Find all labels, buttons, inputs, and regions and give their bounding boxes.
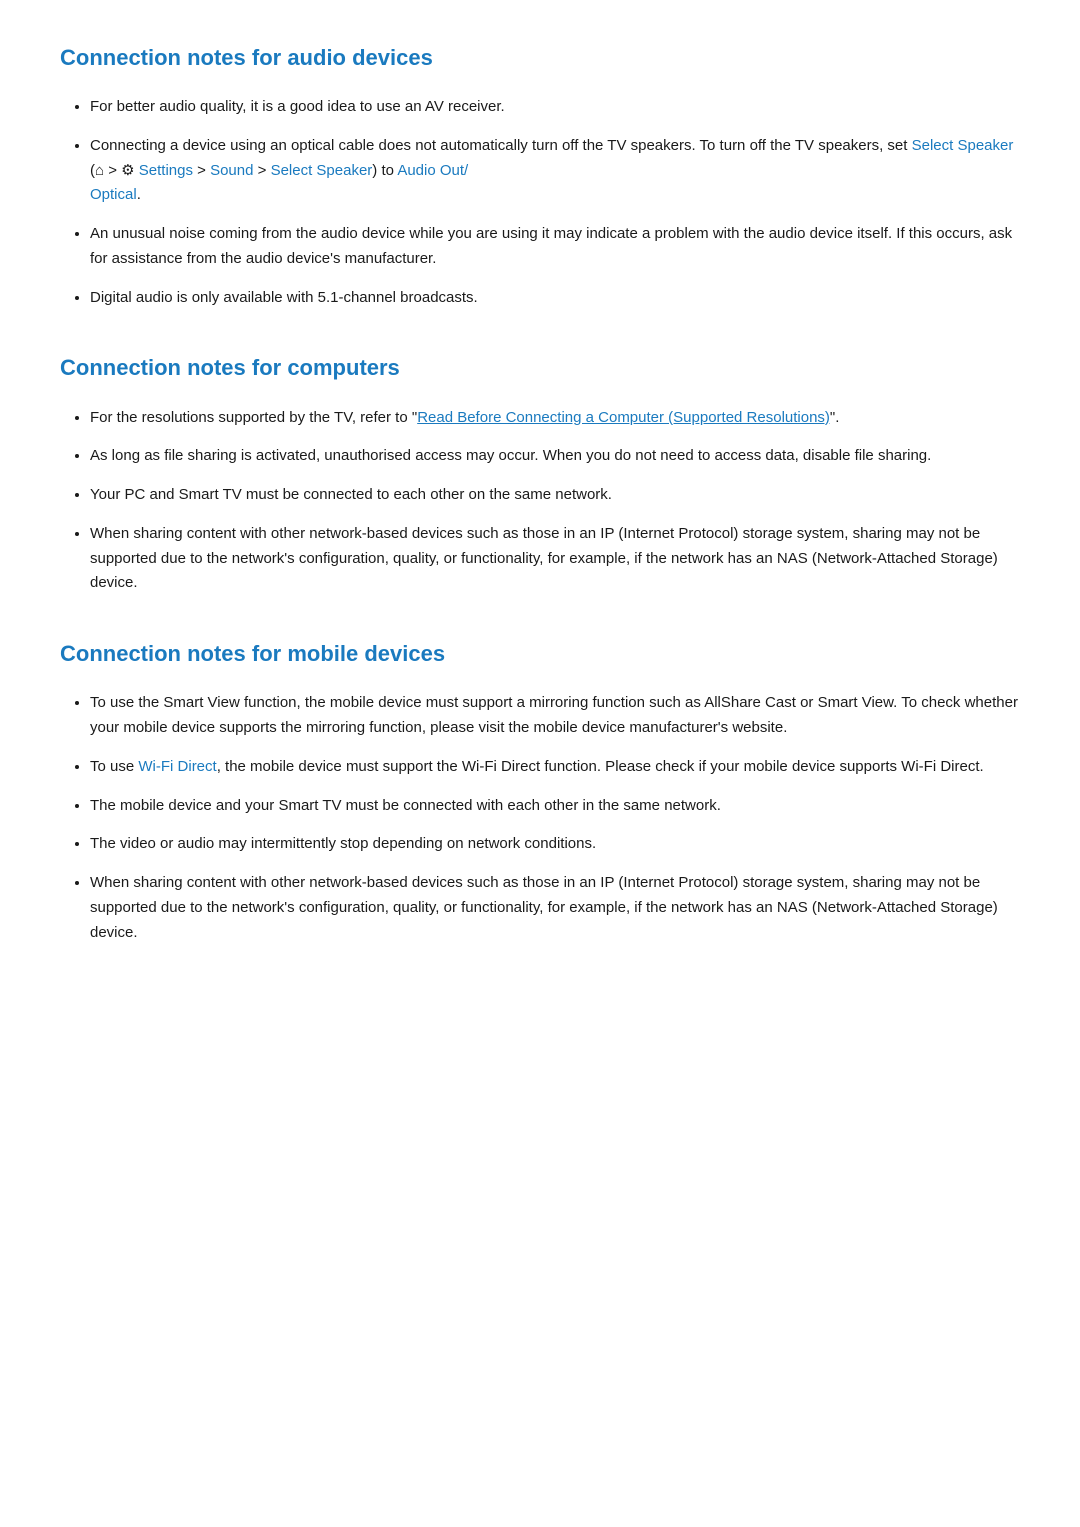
section-title-mobile: Connection notes for mobile devices bbox=[60, 636, 1020, 671]
select-speaker-link-2[interactable]: Select Speaker bbox=[271, 162, 373, 179]
comp-item-3-text: Your PC and Smart TV must be connected t… bbox=[90, 486, 612, 503]
wifi-direct-link[interactable]: Wi-Fi Direct bbox=[138, 758, 216, 775]
sound-link[interactable]: Sound bbox=[210, 162, 253, 179]
comp-item-2-text: As long as file sharing is activated, un… bbox=[90, 447, 931, 464]
audio-item-1-text: For better audio quality, it is a good i… bbox=[90, 98, 505, 115]
list-item: An unusual noise coming from the audio d… bbox=[90, 222, 1020, 272]
audio-list: For better audio quality, it is a good i… bbox=[60, 95, 1020, 310]
section-mobile-devices: Connection notes for mobile devices To u… bbox=[60, 636, 1020, 945]
comp-item-4-text: When sharing content with other network-… bbox=[90, 525, 998, 592]
mobile-item-1-text: To use the Smart View function, the mobi… bbox=[90, 694, 1018, 736]
computers-list: For the resolutions supported by the TV,… bbox=[60, 406, 1020, 597]
section-audio-devices: Connection notes for audio devices For b… bbox=[60, 40, 1020, 310]
mobile-item-3-text: The mobile device and your Smart TV must… bbox=[90, 797, 721, 814]
mobile-list: To use the Smart View function, the mobi… bbox=[60, 691, 1020, 945]
select-speaker-link-1[interactable]: Select Speaker bbox=[912, 137, 1014, 154]
audio-item-2-text: Connecting a device using an optical cab… bbox=[90, 137, 1013, 204]
list-item: Connecting a device using an optical cab… bbox=[90, 134, 1020, 208]
mobile-item-2-text: To use Wi-Fi Direct, the mobile device m… bbox=[90, 758, 984, 775]
supported-resolutions-link[interactable]: Read Before Connecting a Computer (Suppo… bbox=[417, 409, 830, 426]
section-computers: Connection notes for computers For the r… bbox=[60, 350, 1020, 596]
list-item: Your PC and Smart TV must be connected t… bbox=[90, 483, 1020, 508]
list-item: The video or audio may intermittently st… bbox=[90, 832, 1020, 857]
mobile-item-5-text: When sharing content with other network-… bbox=[90, 874, 998, 941]
list-item: For better audio quality, it is a good i… bbox=[90, 95, 1020, 120]
list-item: Digital audio is only available with 5.1… bbox=[90, 286, 1020, 311]
section-title-audio: Connection notes for audio devices bbox=[60, 40, 1020, 75]
list-item: When sharing content with other network-… bbox=[90, 871, 1020, 945]
list-item: For the resolutions supported by the TV,… bbox=[90, 406, 1020, 431]
list-item: When sharing content with other network-… bbox=[90, 522, 1020, 596]
audio-item-4-text: Digital audio is only available with 5.1… bbox=[90, 289, 478, 306]
mobile-item-4-text: The video or audio may intermittently st… bbox=[90, 835, 596, 852]
audio-item-3-text: An unusual noise coming from the audio d… bbox=[90, 225, 1012, 267]
settings-link[interactable]: Settings bbox=[139, 162, 193, 179]
list-item: The mobile device and your Smart TV must… bbox=[90, 794, 1020, 819]
list-item: To use Wi-Fi Direct, the mobile device m… bbox=[90, 755, 1020, 780]
comp-item-1-text: For the resolutions supported by the TV,… bbox=[90, 409, 839, 426]
list-item: As long as file sharing is activated, un… bbox=[90, 444, 1020, 469]
section-title-computers: Connection notes for computers bbox=[60, 350, 1020, 385]
list-item: To use the Smart View function, the mobi… bbox=[90, 691, 1020, 741]
